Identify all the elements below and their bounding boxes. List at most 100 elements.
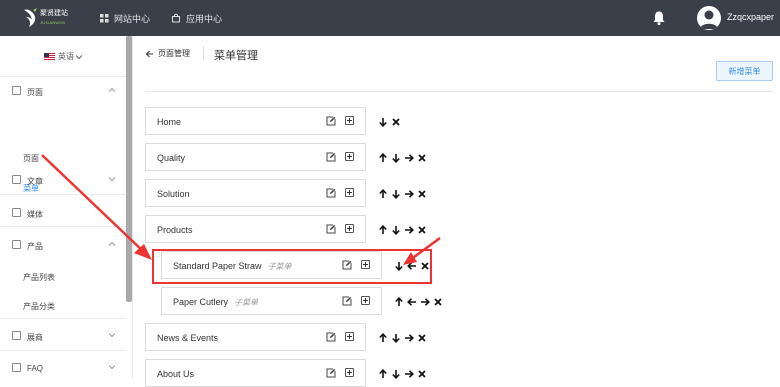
arrow-right-icon[interactable] <box>404 153 414 163</box>
menu-item-row[interactable]: News & Events <box>145 323 366 351</box>
exhibitor-icon <box>12 331 21 340</box>
add-child-icon[interactable] <box>345 368 354 377</box>
sidebar-group-label: 展商 <box>27 333 43 342</box>
page-icon <box>12 86 21 95</box>
arrow-up-icon[interactable] <box>378 153 388 163</box>
close-icon[interactable] <box>433 297 443 307</box>
divider <box>0 226 126 227</box>
divider <box>0 350 126 351</box>
sidebar-group-label: 媒体 <box>27 210 43 219</box>
back-link[interactable]: 页面管理 <box>145 48 190 59</box>
arrow-down-icon[interactable] <box>391 225 401 235</box>
menu-item-row[interactable]: About Us <box>145 359 366 387</box>
close-icon[interactable] <box>417 225 427 235</box>
edit-icon[interactable] <box>342 296 352 306</box>
faq-icon <box>12 363 21 372</box>
chevron-up-icon <box>108 241 116 246</box>
chevron-down-icon <box>75 54 83 59</box>
menu-item-text: Solution <box>157 189 190 199</box>
bird-logo-icon <box>24 8 37 27</box>
sidebar-item-product-category[interactable]: 产品分类 <box>23 301 55 312</box>
add-child-icon[interactable] <box>345 116 354 125</box>
logo-subtext: JUXIANWEB <box>40 20 66 25</box>
add-child-icon[interactable] <box>345 332 354 341</box>
sidebar-group-exhibitors[interactable]: 展商 <box>0 323 126 349</box>
menu-item-label: Paper Cutlery 子菜单 <box>173 297 258 308</box>
arrow-right-icon[interactable] <box>404 333 414 343</box>
close-icon[interactable] <box>417 189 427 199</box>
close-icon[interactable] <box>417 153 427 163</box>
edit-icon[interactable] <box>326 152 336 162</box>
add-child-icon[interactable] <box>361 296 370 305</box>
arrow-right-icon[interactable] <box>420 297 430 307</box>
sidebar-item-pages[interactable]: 页面 <box>23 153 39 164</box>
menu-item-actions <box>378 224 427 236</box>
edit-icon[interactable] <box>326 368 336 378</box>
menu-item-text: News & Events <box>157 333 219 343</box>
sidebar-scrollbar[interactable] <box>126 36 132 302</box>
divider <box>0 76 126 77</box>
arrow-up-icon[interactable] <box>394 297 404 307</box>
sidebar-group-articles[interactable]: 文章 <box>0 167 126 193</box>
menu-item-text: Products <box>157 225 193 235</box>
username[interactable]: Zzqcxpaper <box>727 12 774 22</box>
menu-item-row[interactable]: Products <box>145 215 366 243</box>
product-icon <box>12 240 21 249</box>
arrow-up-icon[interactable] <box>378 189 388 199</box>
nav-website-center[interactable]: 网站中心 <box>100 0 150 36</box>
sidebar-group-pages[interactable]: 页面 <box>0 78 126 104</box>
arrow-down-icon[interactable] <box>391 333 401 343</box>
menu-item-actions <box>378 332 427 344</box>
chevron-down-icon <box>108 177 116 182</box>
nav-website-center-label: 网站中心 <box>114 13 151 24</box>
sidebar-group-media[interactable]: 媒体 <box>0 200 126 226</box>
sidebar-group-label: 产品 <box>27 242 43 251</box>
add-menu-button[interactable]: 新增菜单 <box>716 61 773 81</box>
edit-icon[interactable] <box>326 116 336 126</box>
add-child-icon[interactable] <box>345 224 354 233</box>
arrow-down-icon[interactable] <box>378 117 388 127</box>
top-bar: 聚贤建站 JUXIANWEB 网站中心 应用中心 Zzqcxpaper <box>0 0 780 36</box>
close-icon[interactable] <box>391 117 401 127</box>
menu-item-row[interactable]: Solution <box>145 179 366 207</box>
menu-item-row[interactable]: Quality <box>145 143 366 171</box>
sidebar-group-faq[interactable]: FAQ <box>0 355 126 381</box>
add-child-icon[interactable] <box>345 188 354 197</box>
nav-app-center[interactable]: 应用中心 <box>171 0 222 36</box>
sidebar-item-product-list[interactable]: 产品列表 <box>23 272 55 283</box>
arrow-up-icon[interactable] <box>378 333 388 343</box>
menu-item-text: Quality <box>157 153 186 163</box>
sidebar-group-label: 页面 <box>27 88 43 97</box>
menu-item-actions <box>378 368 427 380</box>
arrow-left-icon <box>145 50 153 57</box>
edit-icon[interactable] <box>326 188 336 198</box>
grid-icon <box>100 13 109 22</box>
menu-item-row[interactable]: Home <box>145 107 366 135</box>
avatar[interactable] <box>697 6 721 30</box>
bell-icon[interactable] <box>651 10 667 26</box>
sidebar: 英语 页面 页面 菜单 文章 媒体 产品 产品列表 产品分类 展商 FAQ <box>0 36 133 378</box>
annotation-highlight-box <box>152 249 432 284</box>
arrow-down-icon[interactable] <box>391 189 401 199</box>
divider <box>0 194 126 195</box>
menu-item-text: Paper Cutlery <box>173 297 229 307</box>
article-icon <box>12 175 21 184</box>
language-select[interactable]: 英语 <box>44 51 83 62</box>
user-avatar-icon <box>700 10 718 29</box>
logo[interactable]: 聚贤建站 JUXIANWEB <box>22 3 90 33</box>
sidebar-group-products[interactable]: 产品 <box>0 232 126 258</box>
menu-item-row[interactable]: Paper Cutlery 子菜单 <box>161 287 382 315</box>
arrow-down-icon[interactable] <box>391 153 401 163</box>
close-icon[interactable] <box>417 333 427 343</box>
arrow-up-icon[interactable] <box>378 225 388 235</box>
edit-icon[interactable] <box>326 224 336 234</box>
breadcrumb-separator <box>203 46 204 60</box>
submenu-tag: 子菜单 <box>234 298 259 307</box>
arrow-right-icon[interactable] <box>404 189 414 199</box>
edit-icon[interactable] <box>326 332 336 342</box>
back-link-label: 页面管理 <box>158 49 190 58</box>
arrow-right-icon[interactable] <box>404 225 414 235</box>
menu-item-label: News & Events <box>157 333 218 343</box>
add-child-icon[interactable] <box>345 152 354 161</box>
arrow-left-icon[interactable] <box>407 297 417 307</box>
